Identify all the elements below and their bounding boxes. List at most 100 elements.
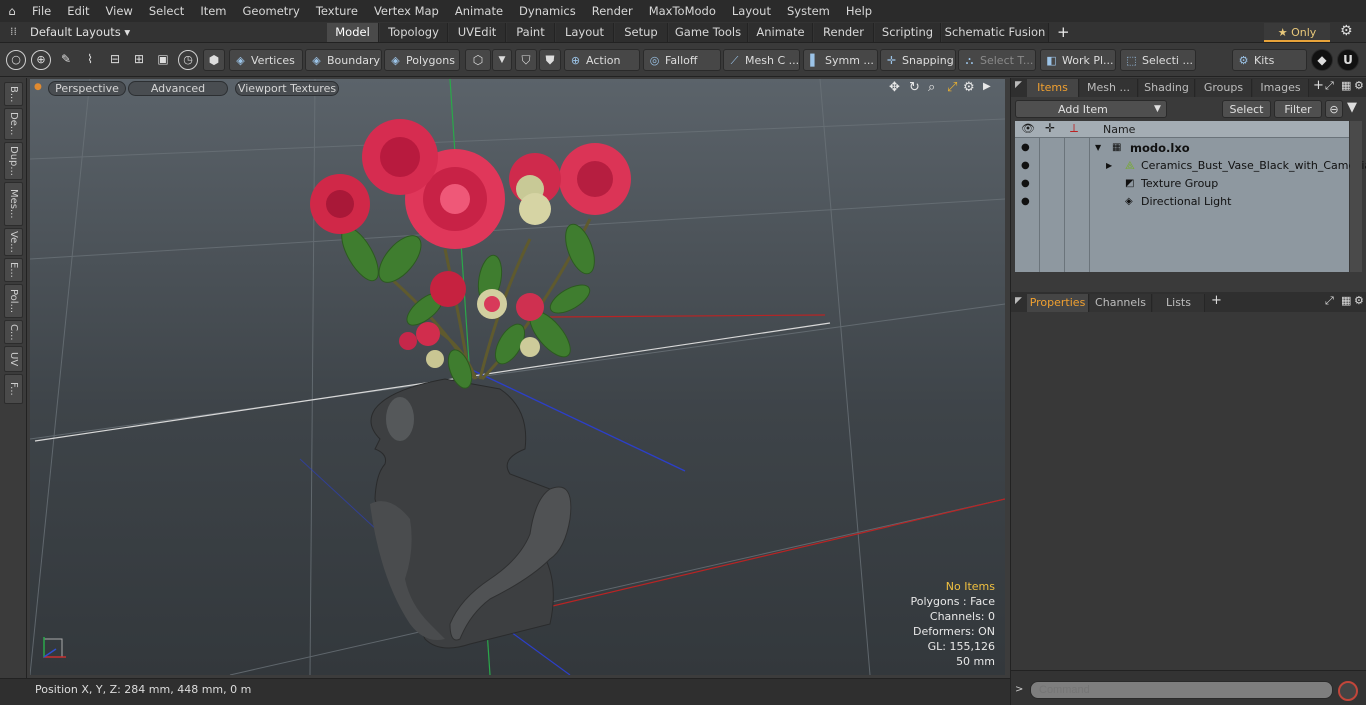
falloff-button[interactable]: ◎ Falloff <box>643 49 721 71</box>
palette-tab-deform[interactable]: De... <box>4 108 23 140</box>
tab-topology[interactable]: Topology <box>380 23 448 42</box>
palette-tab-basic[interactable]: B... <box>4 82 23 106</box>
menu-vertex-map[interactable]: Vertex Map <box>366 0 447 22</box>
panel-settings-icon[interactable]: ⚙ <box>1354 79 1364 92</box>
menu-system[interactable]: System <box>779 0 838 22</box>
viewport-gear-icon[interactable]: ⚙ <box>963 80 975 95</box>
menu-edit[interactable]: Edit <box>59 0 97 22</box>
frame-icon[interactable]: ▣ <box>152 49 174 71</box>
polygons-button[interactable]: ◈ Polygons <box>384 49 460 71</box>
circle-select-icon[interactable]: ○ <box>6 50 26 70</box>
menu-maxtomodo[interactable]: MaxToModo <box>641 0 724 22</box>
tab-shading[interactable]: Shading <box>1139 79 1195 97</box>
material-mode-icon[interactable]: ⬡ <box>465 49 491 71</box>
viewport-textures-button[interactable]: Viewport Textures <box>235 81 339 96</box>
menu-texture[interactable]: Texture <box>308 0 366 22</box>
select-button[interactable]: Select <box>1222 100 1271 118</box>
unreal-icon[interactable]: U <box>1337 49 1359 71</box>
eye-icon[interactable]: ● <box>1021 175 1031 193</box>
work-plane-button[interactable]: ◧ Work Pl... <box>1040 49 1116 71</box>
palette-tab-fusion[interactable]: F... <box>4 374 23 404</box>
default-layouts-dropdown[interactable]: Default Layouts ▾ <box>30 22 130 43</box>
menu-item[interactable]: Item <box>192 0 234 22</box>
zoom-icon[interactable]: ⌕ <box>928 80 935 95</box>
select-through-button[interactable]: ⛬ Select T... <box>958 49 1036 71</box>
funnel-icon[interactable]: ▼ <box>1347 100 1357 115</box>
lock-header-icon[interactable]: ✛ <box>1045 121 1055 135</box>
menu-file[interactable]: File <box>24 0 59 22</box>
tab-groups[interactable]: Groups <box>1196 79 1252 97</box>
grip-icon[interactable]: ⁞⁞ <box>10 25 17 38</box>
panel-options-icon[interactable]: ▦ <box>1341 79 1351 92</box>
tab-render[interactable]: Render <box>814 23 874 42</box>
globe-icon[interactable]: ⊕ <box>31 50 51 70</box>
perspective-button[interactable]: Perspective <box>48 81 126 96</box>
brush-icon[interactable]: ⌇ <box>79 49 101 71</box>
tab-scripting[interactable]: Scripting <box>875 23 941 42</box>
props-menu-icon[interactable]: ◤ <box>1015 296 1022 306</box>
align-icon[interactable]: ⊟ <box>104 49 126 71</box>
palette-tab-edge[interactable]: E... <box>4 258 23 282</box>
menu-select[interactable]: Select <box>141 0 192 22</box>
props-popout-icon[interactable]: ⤢ <box>1325 294 1334 308</box>
tab-lists[interactable]: Lists <box>1153 294 1205 312</box>
tree-row-light[interactable]: ● ◈ Directional Light <box>1015 193 1349 211</box>
tab-properties[interactable]: Properties <box>1027 294 1089 312</box>
filter-button[interactable]: Filter <box>1274 100 1322 118</box>
only-toggle[interactable]: ★ Only <box>1264 23 1330 42</box>
menu-geometry[interactable]: Geometry <box>235 0 308 22</box>
snapping-button[interactable]: ✛ Snapping <box>880 49 956 71</box>
chevron-down-icon[interactable]: ▼ <box>492 49 512 71</box>
pan-icon[interactable]: ✥ <box>889 80 900 95</box>
eye-icon[interactable]: ● <box>1021 139 1031 157</box>
tree-row-texture-group[interactable]: ● ◩ Texture Group <box>1015 175 1349 193</box>
selection-sets-button[interactable]: ⬚ Selecti ... <box>1120 49 1196 71</box>
clock-icon[interactable]: ◷ <box>178 50 198 70</box>
tab-uvedit[interactable]: UVEdit <box>449 23 506 42</box>
menu-render[interactable]: Render <box>584 0 641 22</box>
menu-animate[interactable]: Animate <box>447 0 511 22</box>
tab-mesh[interactable]: Mesh ... <box>1080 79 1138 97</box>
tab-animate[interactable]: Animate <box>749 23 813 42</box>
record-icon[interactable] <box>1338 681 1358 701</box>
mesh-constraints-button[interactable]: ⟋ Mesh C ... <box>723 49 800 71</box>
tab-model[interactable]: Model <box>327 23 379 42</box>
tab-paint[interactable]: Paint <box>507 23 555 42</box>
menu-dynamics[interactable]: Dynamics <box>511 0 584 22</box>
expand-arrow-icon[interactable]: ▶ <box>983 81 991 92</box>
eye-icon[interactable]: ● <box>1021 157 1031 175</box>
menu-layout[interactable]: Layout <box>724 0 779 22</box>
rotate-icon[interactable]: ↻ <box>909 80 920 95</box>
expand-right-icon[interactable]: ▶ <box>1106 157 1112 175</box>
vertices-button[interactable]: ◈ Vertices <box>229 49 303 71</box>
props-options-icon[interactable]: ▦ <box>1341 294 1351 307</box>
viewport-menu-dot-icon[interactable]: ● <box>34 82 42 92</box>
tree-row-scene[interactable]: ● ▼ ▦ modo.lxo <box>1015 139 1349 157</box>
panel-menu-icon[interactable]: ◤ <box>1015 80 1022 90</box>
crosshair-icon[interactable]: ⊞ <box>128 49 150 71</box>
render-header-icon[interactable]: ⟂ <box>1070 121 1078 136</box>
boundary-button[interactable]: ◈ Boundary <box>305 49 382 71</box>
kits-button[interactable]: ⚙ Kits <box>1232 49 1307 71</box>
palette-tab-curve[interactable]: C... <box>4 320 23 344</box>
props-settings-icon[interactable]: ⚙ <box>1354 294 1364 307</box>
tab-schematic-fusion[interactable]: Schematic Fusion <box>942 23 1049 42</box>
add-panel-tab-icon[interactable]: + <box>1313 78 1324 93</box>
unity-icon[interactable]: ◆ <box>1311 49 1333 71</box>
palette-tab-uv[interactable]: UV <box>4 346 23 372</box>
tab-images[interactable]: Images <box>1253 79 1309 97</box>
palette-tab-duplicate[interactable]: Dup... <box>4 142 23 180</box>
menu-view[interactable]: View <box>98 0 141 22</box>
eye-icon[interactable]: ● <box>1021 193 1031 211</box>
shield-snap-icon[interactable]: ⛉ <box>515 49 537 71</box>
collapse-icon[interactable]: ⊖ <box>1325 100 1343 118</box>
tree-scrollbar[interactable] <box>1350 121 1362 272</box>
name-column-header[interactable]: Name <box>1103 123 1135 136</box>
pen-icon[interactable]: ✎ <box>55 49 77 71</box>
add-props-tab-icon[interactable]: + <box>1211 293 1222 308</box>
solid-cube-icon[interactable]: ⬢ <box>203 49 225 71</box>
tab-layout[interactable]: Layout <box>556 23 614 42</box>
add-item-dropdown[interactable]: Add Item ▼ <box>1015 100 1167 118</box>
symmetry-button[interactable]: ▌ Symm ... <box>803 49 878 71</box>
action-button[interactable]: ⊕ Action <box>564 49 640 71</box>
